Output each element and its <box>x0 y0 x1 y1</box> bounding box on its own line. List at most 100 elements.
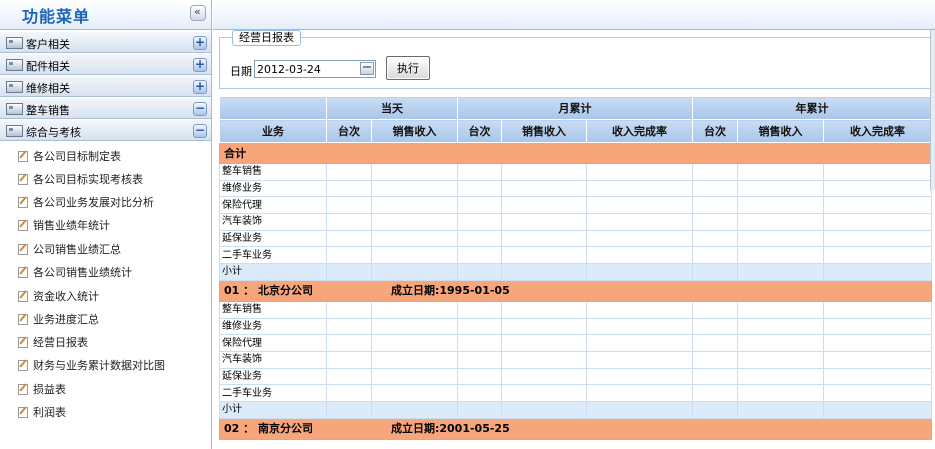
collapse-icon[interactable]: − <box>193 102 207 116</box>
table-row: 保险代理 <box>219 196 933 215</box>
value-cell <box>585 300 694 319</box>
value-cell <box>585 400 694 419</box>
summary-label: 02 ： 南京分公司 <box>224 422 313 436</box>
header-today: 当天 <box>326 96 458 120</box>
menu-item[interactable]: 各公司销售业绩统计 <box>0 260 211 282</box>
column-header: 台次 <box>326 119 372 143</box>
value-cell <box>371 367 458 386</box>
value-cell <box>692 334 739 352</box>
folder-icon <box>6 59 23 71</box>
value-cell <box>823 317 933 336</box>
value-cell <box>737 350 825 369</box>
calendar-icon[interactable] <box>360 62 374 75</box>
header-blank <box>219 96 327 120</box>
menu-group-parts[interactable]: 配件相关 + <box>0 53 211 75</box>
value-cell <box>457 213 502 231</box>
value-cell <box>501 367 587 386</box>
value-cell <box>823 179 933 198</box>
menu-item[interactable]: 利润表 <box>0 400 211 422</box>
menu-group-repair[interactable]: 维修相关 + <box>0 75 211 97</box>
menu-item-label: 利润表 <box>33 406 66 419</box>
value-cell <box>823 367 933 386</box>
menu-item[interactable]: 各公司目标制定表 <box>0 144 211 166</box>
edit-document-icon <box>18 383 29 395</box>
value-cell <box>585 367 694 386</box>
run-button[interactable]: 执行 <box>386 56 430 80</box>
expand-icon[interactable]: + <box>193 36 207 50</box>
menu-item[interactable]: 资金收入统计 <box>0 284 211 306</box>
menu-item[interactable]: 业务进度汇总 <box>0 307 211 329</box>
menu-item-label: 业务进度汇总 <box>33 313 99 326</box>
table-row: 汽车装饰 <box>219 350 933 369</box>
business-cell: 维修业务 <box>219 179 327 198</box>
summary-cell: 02 ： 南京分公司 成立日期:2001-05-25 <box>218 417 933 440</box>
value-cell <box>692 179 739 198</box>
value-cell <box>501 384 587 402</box>
value-cell <box>585 179 694 198</box>
value-cell <box>326 213 372 231</box>
date-input[interactable] <box>254 60 376 78</box>
value-cell <box>737 400 825 419</box>
value-cell <box>371 350 458 369</box>
menu-item[interactable]: 公司销售业绩汇总 <box>0 237 211 259</box>
collapse-sidebar-icon[interactable] <box>190 5 206 21</box>
value-cell <box>371 263 458 281</box>
business-cell: 维修业务 <box>219 317 327 336</box>
subtotal-label: 小计 <box>219 263 327 281</box>
subtotal-row: 小计 <box>219 400 933 419</box>
value-cell <box>501 400 587 419</box>
edit-document-icon <box>18 243 29 255</box>
value-cell <box>692 384 739 402</box>
value-cell <box>692 196 739 215</box>
value-cell <box>501 179 587 198</box>
value-cell <box>326 179 372 198</box>
value-cell <box>692 229 739 248</box>
value-cell <box>501 229 587 248</box>
menu-item[interactable]: 损益表 <box>0 377 211 399</box>
value-cell <box>823 229 933 248</box>
menu-item[interactable]: 各公司目标实现考核表 <box>0 167 211 189</box>
value-cell <box>501 263 587 281</box>
value-cell <box>823 334 933 352</box>
value-cell <box>457 163 502 181</box>
collapse-icon[interactable]: − <box>193 124 207 138</box>
expand-icon[interactable]: + <box>193 80 207 94</box>
subtotal-label: 小计 <box>219 400 327 419</box>
column-header: 台次 <box>692 119 739 143</box>
header-year-total: 年累计 <box>692 96 933 120</box>
column-header: 销售收入 <box>737 119 825 143</box>
business-cell: 保险代理 <box>219 334 327 352</box>
value-cell <box>371 179 458 198</box>
value-cell <box>457 384 502 402</box>
value-cell <box>585 350 694 369</box>
value-cell <box>585 163 694 181</box>
summary-cell: 01 ： 北京分公司 成立日期:1995-01-05 <box>218 279 933 302</box>
value-cell <box>457 334 502 352</box>
summary-label: 合计 <box>224 146 246 160</box>
business-cell: 延保业务 <box>219 229 327 248</box>
table-row: 延保业务 <box>219 367 933 386</box>
menu-group-customer[interactable]: 客户相关 + <box>0 31 211 53</box>
expand-icon[interactable]: + <box>193 58 207 72</box>
menu-item[interactable]: 财务与业务累计数据对比图 <box>0 353 211 375</box>
menu-group-label: 维修相关 <box>26 82 70 95</box>
value-cell <box>692 317 739 336</box>
table-row: 维修业务 <box>219 179 933 198</box>
edit-document-icon <box>18 359 29 371</box>
menu-item[interactable]: 各公司业务发展对比分析 <box>0 190 211 212</box>
value-cell <box>692 246 739 265</box>
menu-item[interactable]: 销售业绩年统计 <box>0 213 211 235</box>
menu-item-label: 销售业绩年统计 <box>33 219 110 232</box>
menu-item[interactable]: 经营日报表 <box>0 330 211 352</box>
menu-group-assessment[interactable]: 综合与考核 − <box>0 119 211 141</box>
edit-document-icon <box>18 336 29 348</box>
table-row: 整车销售 <box>219 163 933 181</box>
query-fieldset: 经营日报表 日期 执行 <box>219 30 931 89</box>
menu-group-vehicle-sales[interactable]: 整车销售 − <box>0 97 211 119</box>
value-cell <box>737 246 825 265</box>
vertical-scrollbar[interactable] <box>930 30 935 190</box>
value-cell <box>457 196 502 215</box>
menu-item-label: 损益表 <box>33 383 66 396</box>
value-cell <box>823 263 933 281</box>
table-row: 二手车业务 <box>219 384 933 402</box>
